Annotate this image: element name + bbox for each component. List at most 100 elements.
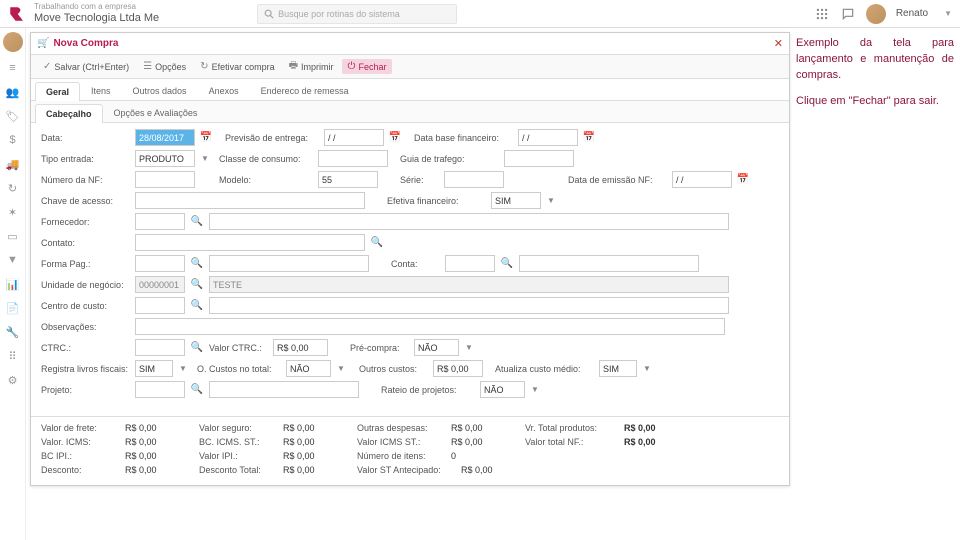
pre-input[interactable] [414,339,459,356]
chave-input[interactable] [135,192,365,209]
sidebar-globe-icon[interactable]: ✶ [5,204,21,220]
calendar-icon[interactable]: 📅 [582,130,596,146]
forn-name-input[interactable] [209,213,729,230]
sidebar-chart-icon[interactable]: 📊 [5,276,21,292]
forn-label: Fornecedor: [41,217,131,227]
tipo-input[interactable] [135,150,195,167]
sidebar-truck-icon[interactable]: 🚚 [5,156,21,172]
rateio-label: Rateio de projetos: [381,385,476,395]
tab-itens[interactable]: Itens [80,81,122,100]
chevron-down-icon[interactable]: ▼ [335,364,347,373]
search-icon[interactable]: 🔍 [189,384,205,395]
calendar-icon[interactable]: 📅 [388,130,402,146]
forn-code-input[interactable] [135,213,185,230]
outras-value: R$ 0,00 [451,423,501,433]
sidebar-tag-icon[interactable]: 🏷 [5,108,21,124]
rateio-input[interactable] [480,381,525,398]
global-search[interactable]: Busque por rotinas do sistema [257,4,457,24]
calendar-icon[interactable]: 📅 [199,130,213,146]
acm-input[interactable] [599,360,637,377]
search-icon[interactable]: 🔍 [189,342,205,353]
nnf-input[interactable] [135,171,195,188]
vctrc-input[interactable] [273,339,328,356]
sidebar-filter-icon[interactable]: ▼ [5,252,21,268]
sidebar-menu-icon[interactable]: ≡ [5,60,21,76]
search-icon[interactable]: 🔍 [189,300,205,311]
forma-input[interactable] [135,255,185,272]
chevron-down-icon[interactable]: ▼ [199,154,211,163]
prev-input[interactable] [324,129,384,146]
sidebar-avatar[interactable] [3,32,23,52]
obs-label: Observações: [41,322,131,332]
efetiva-input[interactable] [491,192,541,209]
data-input[interactable] [135,129,195,146]
efetivar-button[interactable]: ↻Efetivar compra [194,59,280,74]
tab-anexos[interactable]: Anexos [198,81,250,100]
vicmsst-label: Valor ICMS ST.: [357,437,447,447]
conta-input[interactable] [445,255,495,272]
chevron-down-icon[interactable]: ▼ [463,343,475,352]
chevron-down-icon[interactable]: ▼ [944,9,952,18]
ocustos-input[interactable] [433,360,483,377]
rlf-input[interactable] [135,360,173,377]
print-button[interactable]: 🖶Imprimir [283,56,340,77]
classe-input[interactable] [318,150,388,167]
tab-geral[interactable]: Geral [35,82,80,101]
rlf-label: Registra livros fiscais: [41,364,131,374]
contato-input[interactable] [135,234,365,251]
search-icon[interactable]: 🔍 [189,258,205,269]
modelo-input[interactable] [318,171,378,188]
ctrc-input[interactable] [135,339,185,356]
search-icon[interactable]: 🔍 [189,279,205,290]
search-placeholder: Busque por rotinas do sistema [278,9,400,19]
sidebar-users-icon[interactable]: 👥 [5,84,21,100]
un-label: Unidade de negócio: [41,280,131,290]
chat-icon[interactable] [840,6,856,22]
fechar-button[interactable]: ⏻Fechar [342,59,393,74]
window-titlebar: 🛒 Nova Compra ✕ [31,33,789,55]
close-icon[interactable]: ✕ [774,37,783,50]
contato-label: Contato: [41,238,131,248]
sidebar-refresh-icon[interactable]: ↻ [5,180,21,196]
un-name-input[interactable] [209,276,729,293]
conta-name-input[interactable] [519,255,699,272]
obs-input[interactable] [135,318,725,335]
serie-input[interactable] [444,171,504,188]
chevron-down-icon[interactable]: ▼ [641,364,653,373]
window-title: Nova Compra [53,38,118,49]
guia-input[interactable] [504,150,574,167]
tab-endereco[interactable]: Endereco de remessa [250,81,360,100]
proj-name-input[interactable] [209,381,359,398]
chave-label: Chave de acesso: [41,196,131,206]
forma-name-input[interactable] [209,255,369,272]
search-icon[interactable]: 🔍 [499,258,515,269]
sidebar-card-icon[interactable]: ▭ [5,228,21,244]
sidebar-grid-icon[interactable]: ⠿ [5,348,21,364]
subtab-opcoes[interactable]: Opções e Avaliações [103,103,209,122]
options-button[interactable]: ☰Opções [137,59,192,74]
dbf-input[interactable] [518,129,578,146]
oct-input[interactable] [286,360,331,377]
vipi-label: Valor IPI.: [199,451,279,461]
sidebar-doc-icon[interactable]: 📄 [5,300,21,316]
sidebar-dollar-icon[interactable]: $ [5,132,21,148]
user-avatar[interactable] [866,4,886,24]
chevron-down-icon[interactable]: ▼ [529,385,541,394]
un-code-input[interactable] [135,276,185,293]
denf-input[interactable] [672,171,732,188]
chevron-down-icon[interactable]: ▼ [545,196,557,205]
save-button[interactable]: ✓Salvar (Ctrl+Enter) [37,59,135,74]
chevron-down-icon[interactable]: ▼ [177,364,189,373]
search-icon[interactable]: 🔍 [189,216,205,227]
calendar-icon[interactable]: 📅 [736,172,750,188]
sidebar-gear-icon[interactable]: ⚙ [5,372,21,388]
bcipi-label: BC IPI.: [41,451,121,461]
apps-icon[interactable] [814,6,830,22]
subtab-cabecalho[interactable]: Cabeçalho [35,104,103,123]
proj-input[interactable] [135,381,185,398]
sidebar-wrench-icon[interactable]: 🔧 [5,324,21,340]
tab-outros[interactable]: Outros dados [122,81,198,100]
cc-input[interactable] [135,297,185,314]
cc-name-input[interactable] [209,297,729,314]
search-icon[interactable]: 🔍 [369,237,385,248]
